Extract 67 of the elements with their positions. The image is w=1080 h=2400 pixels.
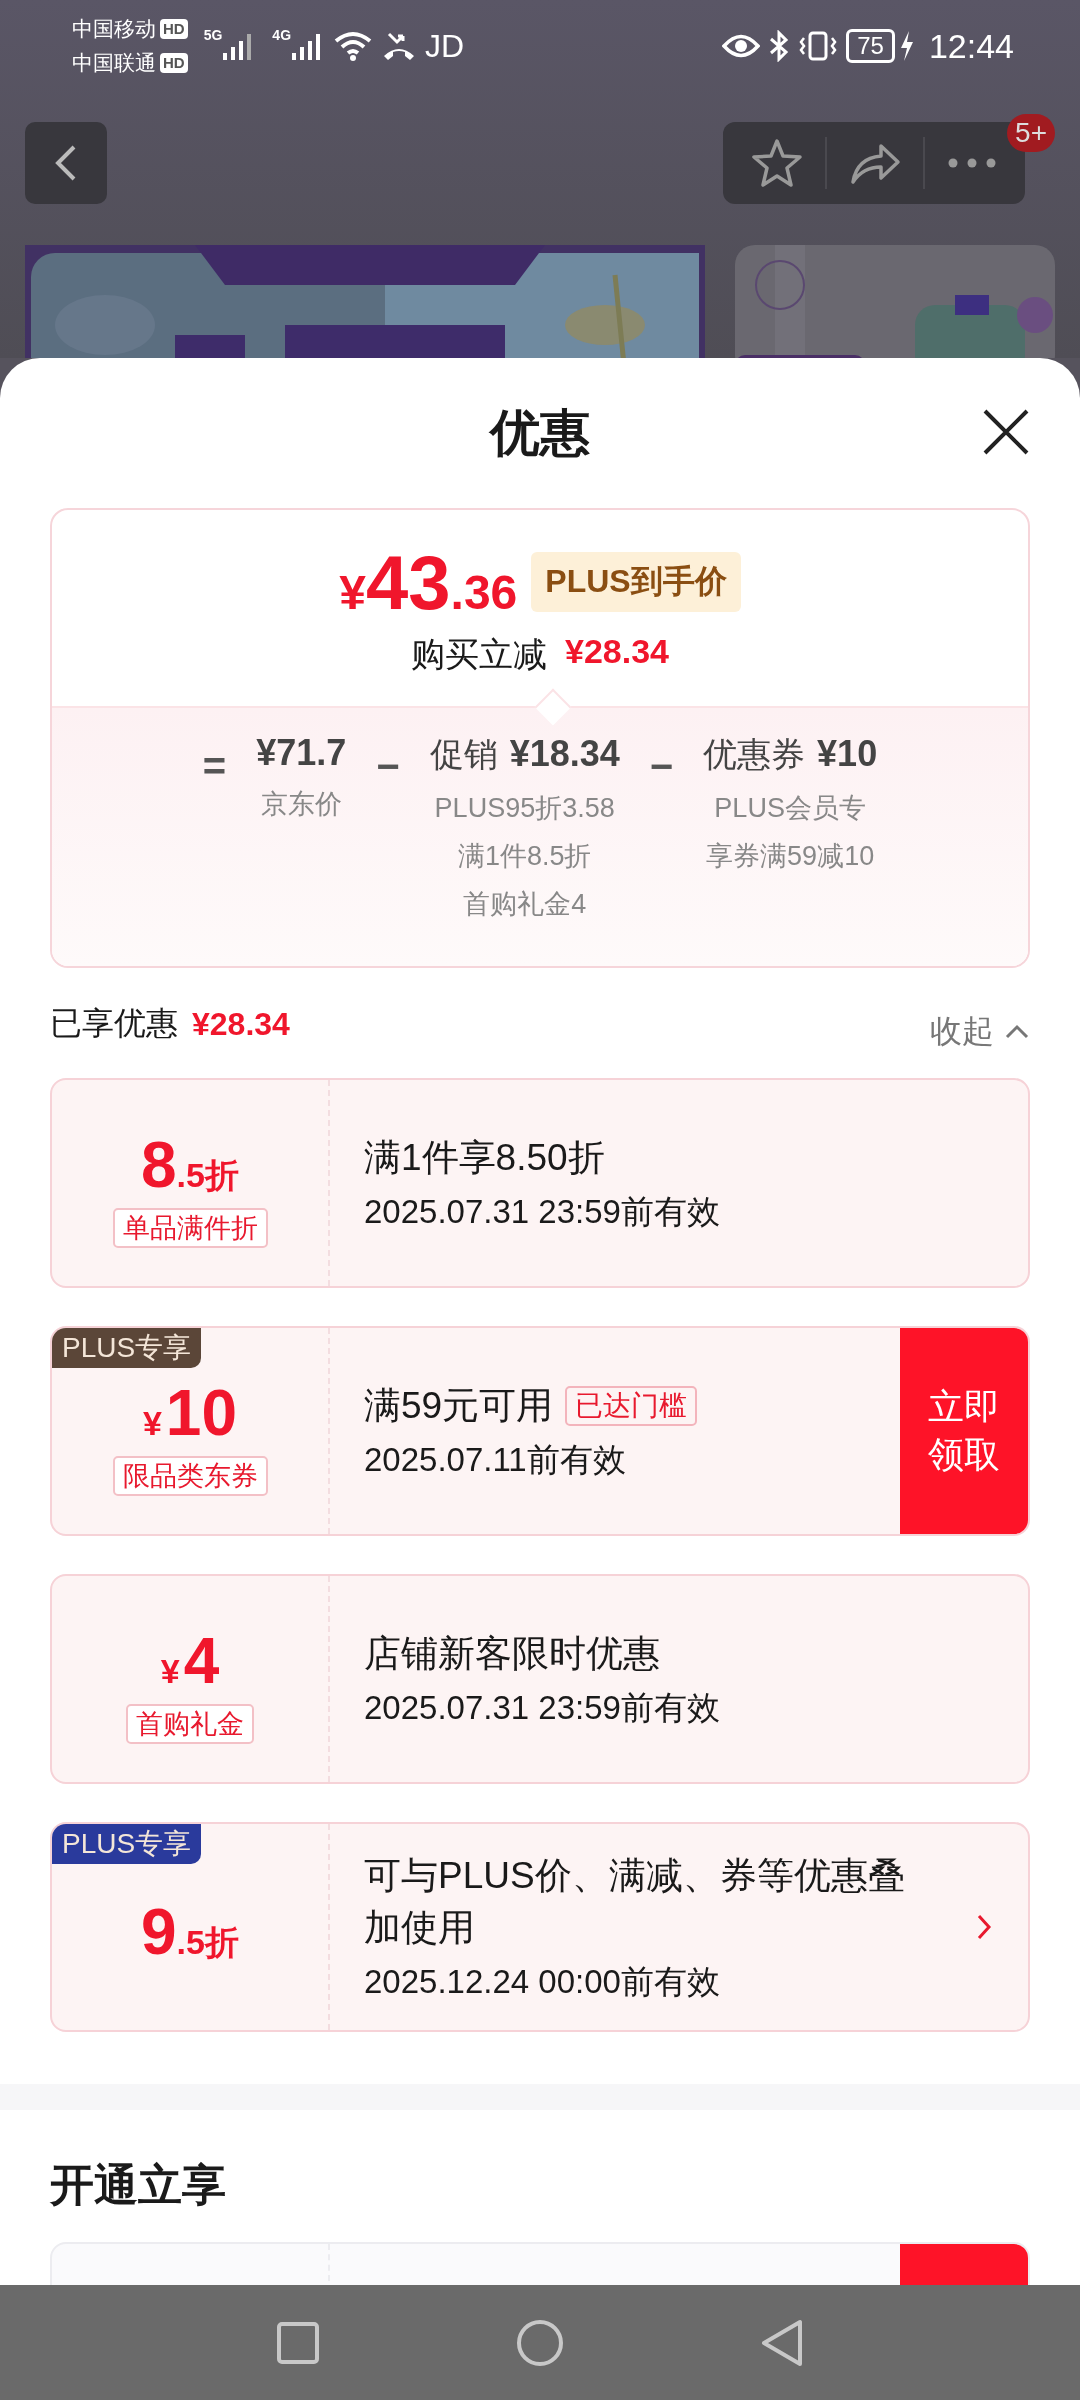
chevron-right-icon[interactable] (976, 1913, 992, 1941)
term-label: 促销 (429, 734, 498, 775)
vibrate-icon (798, 30, 839, 62)
back-icon[interactable] (54, 143, 78, 183)
sheet-title: 优惠 (490, 403, 590, 463)
term-amount: ¥71.7 (256, 732, 347, 774)
summary-label: 已享优惠 (50, 1004, 178, 1043)
star-icon[interactable] (751, 138, 803, 188)
operator-sign: = (202, 743, 227, 790)
battery-indicator: 75 (846, 29, 895, 63)
plus-badge: PLUS专享 (52, 1824, 202, 1864)
back-icon[interactable] (760, 2318, 804, 2367)
carrier-name: 中国联通 (72, 50, 156, 76)
charging-icon (898, 30, 915, 62)
wifi-icon (333, 30, 374, 62)
term-note: 满1件8.5折 (457, 840, 592, 873)
network-label: 5G (203, 27, 223, 43)
home-icon[interactable] (516, 2318, 564, 2367)
coupon-type-tag: 单品满件折 (112, 1208, 268, 1248)
hd-label: HD (160, 53, 188, 73)
section-title: 开通立享 (49, 2159, 227, 2208)
app-indicator: JD (425, 27, 465, 65)
coupon-type-tag: 首购礼金 (126, 1704, 254, 1744)
carrier-name: 中国移动 (72, 16, 156, 42)
coupon-validity: 2025.07.11前有效 (364, 1439, 627, 1480)
summary-value: ¥28.34 (192, 1005, 290, 1043)
hd-label: HD (160, 19, 188, 39)
coupon-title: 可与PLUS价、满减、券等优惠叠加使用 (364, 1853, 906, 1950)
threshold-tag: 已达门槛 (565, 1385, 698, 1426)
term-amount: ¥18.34 (509, 733, 620, 775)
operator-sign: − (376, 743, 400, 790)
chevron-up-icon[interactable] (1004, 1024, 1030, 1040)
term-note: 京东价 (260, 788, 342, 821)
term-amount: ¥10 (817, 733, 878, 775)
notification-badge: 5+ (1007, 114, 1055, 152)
term-label: 优惠券 (703, 734, 806, 775)
saving-value: ¥28.34 (565, 631, 669, 672)
network-label: 4G (272, 27, 292, 43)
coupon-title: 满1件享8.50折 (364, 1135, 605, 1180)
back-button[interactable] (25, 122, 107, 204)
eye-icon (722, 33, 761, 59)
coupon-title: 店铺新客限时优惠 (364, 1631, 660, 1676)
coupon-amount: 9.5折 (141, 1895, 239, 1969)
operator-sign: − (649, 743, 674, 790)
coupon-validity: 2025.07.31 23:59前有效 (364, 1687, 721, 1728)
close-icon[interactable] (982, 408, 1030, 456)
claim-button[interactable]: 立即领取 (900, 1328, 1028, 1534)
price-tag: PLUS到手价 (531, 552, 741, 612)
coupon-validity: 2025.12.24 00:00前有效 (364, 1961, 721, 2002)
coupon-amount: ¥10 (142, 1376, 238, 1450)
plus-badge: PLUS专享 (52, 1328, 202, 1368)
final-price: ¥43.36 (339, 538, 518, 626)
coupon-title: 满59元可用 (364, 1383, 554, 1428)
more-icon[interactable] (947, 157, 997, 169)
saving-label: 购买立减 (411, 633, 547, 675)
clock: 12:44 (928, 26, 1014, 66)
term-note: 享券满59减10 (706, 840, 875, 873)
coupon-amount: ¥4 (160, 1624, 220, 1698)
coupon-amount: 8.5折 (141, 1128, 239, 1202)
term-note: 首购礼金4 (463, 888, 587, 921)
coupon-type-tag: 限品类东券 (112, 1456, 268, 1496)
coupon-validity: 2025.07.31 23:59前有效 (364, 1191, 721, 1232)
bluetooth-icon (768, 30, 791, 62)
collapse-button[interactable]: 收起 (930, 994, 1030, 1054)
term-note: PLUS会员专 (714, 792, 866, 825)
term-note: PLUS95折3.58 (434, 792, 615, 825)
recents-icon[interactable] (276, 2320, 320, 2365)
